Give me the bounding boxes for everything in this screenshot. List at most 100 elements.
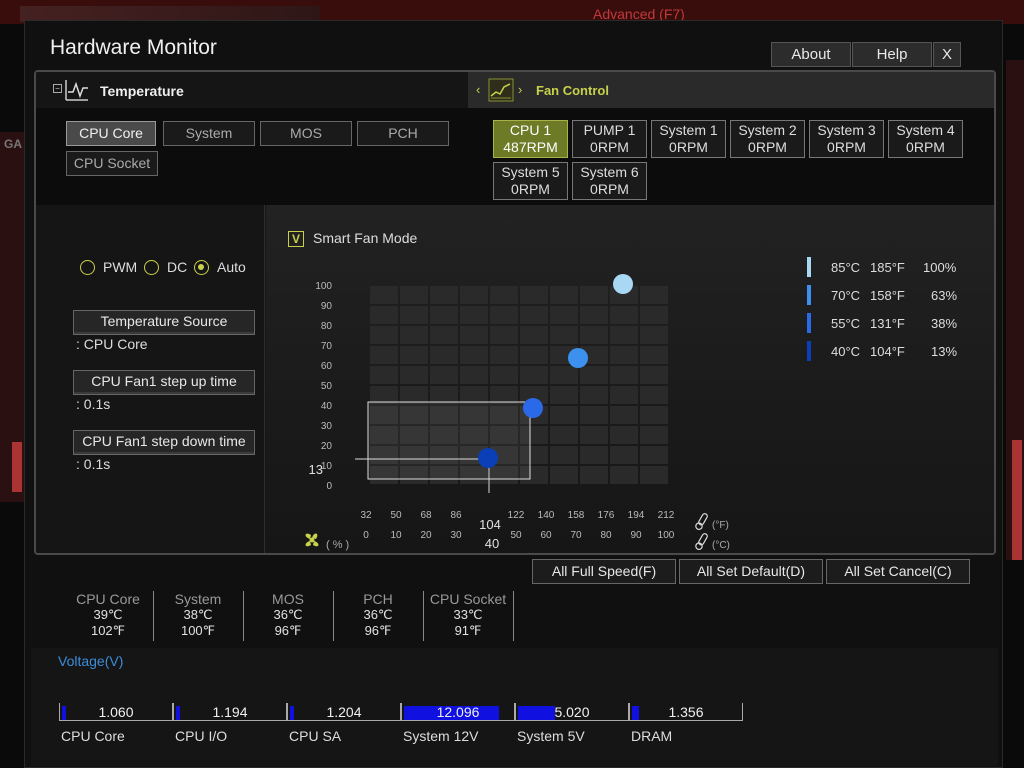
temp-name: CPU Core <box>76 591 140 607</box>
x-tick-label-c: 100 <box>658 530 675 541</box>
sensor-pch-button[interactable]: PCH <box>357 121 449 146</box>
grid-cell <box>400 306 428 324</box>
grid-cell <box>610 466 638 484</box>
grid-cell <box>550 426 578 444</box>
legend-f: 131°F <box>870 316 905 331</box>
fan-rpm: 0RPM <box>511 181 550 197</box>
x-readout-f: 104 <box>479 517 501 532</box>
sensor-cpu-core-button[interactable]: CPU Core <box>66 121 156 146</box>
legend-f: 158°F <box>870 288 905 303</box>
collapse-icon[interactable]: − <box>53 84 62 93</box>
all-set-default-button[interactable]: All Set Default(D) <box>679 559 823 584</box>
y-tick-label: 100 <box>315 281 332 292</box>
voltage-value: 1.194 <box>212 704 248 720</box>
temp-celsius: 39℃ <box>93 607 123 622</box>
step-down-time-button[interactable]: CPU Fan1 step down time <box>73 430 255 455</box>
grid-cell <box>430 306 458 324</box>
window-title: Hardware Monitor <box>50 36 217 59</box>
grid-cell <box>580 426 608 444</box>
fan-name: System 6 <box>580 164 639 180</box>
grid-cell <box>460 286 488 304</box>
grid-cell <box>640 406 668 424</box>
fan-system2-button[interactable]: System 2 0RPM <box>730 120 805 158</box>
grid-cell <box>460 326 488 344</box>
temperature-source-button[interactable]: Temperature Source <box>73 310 255 335</box>
voltage-bar: 1.204 <box>287 703 401 721</box>
fan-name: System 2 <box>738 122 797 138</box>
x-tick-label-c: 80 <box>600 530 612 541</box>
selection-box <box>355 401 531 493</box>
grid-cell <box>460 386 488 404</box>
tab-temperature[interactable]: − Temperature <box>36 72 468 108</box>
legend-pct: 38% <box>931 316 958 331</box>
voltage-bar: 5.020 <box>515 703 629 721</box>
grid-cell <box>640 386 668 404</box>
fan-system5-button[interactable]: System 5 0RPM <box>493 162 568 200</box>
temp-celsius: 36℃ <box>363 607 393 622</box>
fan-rpm: 0RPM <box>827 139 866 155</box>
tab-fan-control[interactable]: ‹ › Fan Control <box>468 72 994 108</box>
grid-cell <box>580 286 608 304</box>
voltage-section: Voltage(V) 1.060 CPU Core 1.194 CPU I/O 1.20… <box>31 648 998 766</box>
auto-radio[interactable] <box>194 260 209 275</box>
pwm-radio[interactable] <box>80 260 95 275</box>
temp-fahrenheit: 100℉ <box>180 623 216 638</box>
auto-label: Auto <box>217 259 246 275</box>
grid-cell <box>640 426 668 444</box>
fan-system6-button[interactable]: System 6 0RPM <box>572 162 647 200</box>
fan-pump1-button[interactable]: PUMP 1 0RPM <box>572 120 647 158</box>
grid-cell <box>400 366 428 384</box>
all-set-cancel-button[interactable]: All Set Cancel(C) <box>826 559 970 584</box>
fan-rpm: 0RPM <box>669 139 708 155</box>
grid-cell <box>640 466 668 484</box>
bios-right-accent <box>1012 440 1022 560</box>
grid-cell <box>640 446 668 464</box>
help-button[interactable]: Help <box>852 42 932 67</box>
y-readout: 13 <box>309 462 323 477</box>
legend-c: 55°C <box>831 316 861 331</box>
sensor-mos-button[interactable]: MOS <box>260 121 352 146</box>
dc-radio[interactable] <box>144 260 159 275</box>
fan-name: System 1 <box>659 122 718 138</box>
chevron-left-icon[interactable]: ‹ <box>476 82 480 97</box>
temp-readout-cpu-core: CPU Core 39℃ 102℉ <box>63 591 153 641</box>
grid-cell <box>550 286 578 304</box>
fan-curve-chart[interactable]: 1009080706050403020100 32 50 68 86 122 140 158… <box>266 205 994 555</box>
grid-cell <box>610 386 638 404</box>
curve-point <box>568 348 588 368</box>
dc-label: DC <box>167 259 188 275</box>
sensor-cpu-socket-button[interactable]: CPU Socket <box>66 151 158 176</box>
voltage-name: DRAM <box>631 728 673 744</box>
chevron-right-icon[interactable]: › <box>518 82 522 97</box>
fan-rpm: 0RPM <box>590 181 629 197</box>
all-full-speed-button[interactable]: All Full Speed(F) <box>532 559 676 584</box>
x-tick-label-f: 32 <box>360 510 372 521</box>
grid-cell <box>520 326 548 344</box>
about-button[interactable]: About <box>771 42 851 67</box>
temp-name: MOS <box>272 591 304 607</box>
temp-fahrenheit: 96℉ <box>364 623 392 638</box>
grid-cell <box>550 366 578 384</box>
voltage-bar: 1.194 <box>173 703 287 721</box>
fan-system1-button[interactable]: System 1 0RPM <box>651 120 726 158</box>
hardware-monitor-window: Hardware Monitor About Help X − Temperat… <box>24 20 1003 768</box>
grid-cell <box>370 286 398 304</box>
temp-readout-mos: MOS 36℃ 96℉ <box>243 591 333 641</box>
fan-system4-button[interactable]: System 4 0RPM <box>888 120 963 158</box>
unit-c-label: (°C) <box>712 540 730 551</box>
grid-cell <box>370 386 398 404</box>
thermometer-f-icon <box>695 513 708 530</box>
x-readout-c: 40 <box>485 536 499 551</box>
grid-cell <box>520 286 548 304</box>
grid-cell <box>580 406 608 424</box>
fan-system3-button[interactable]: System 3 0RPM <box>809 120 884 158</box>
voltage-name: CPU Core <box>61 728 125 744</box>
sensor-system-button[interactable]: System <box>163 121 255 146</box>
step-up-time-button[interactable]: CPU Fan1 step up time <box>73 370 255 395</box>
grid-cell <box>520 306 548 324</box>
close-button[interactable]: X <box>933 42 961 67</box>
grid-cell <box>610 406 638 424</box>
fan-rpm: 0RPM <box>748 139 787 155</box>
fan-cpu1-button[interactable]: CPU 1 487RPM <box>493 120 568 158</box>
grid-cell <box>640 306 668 324</box>
